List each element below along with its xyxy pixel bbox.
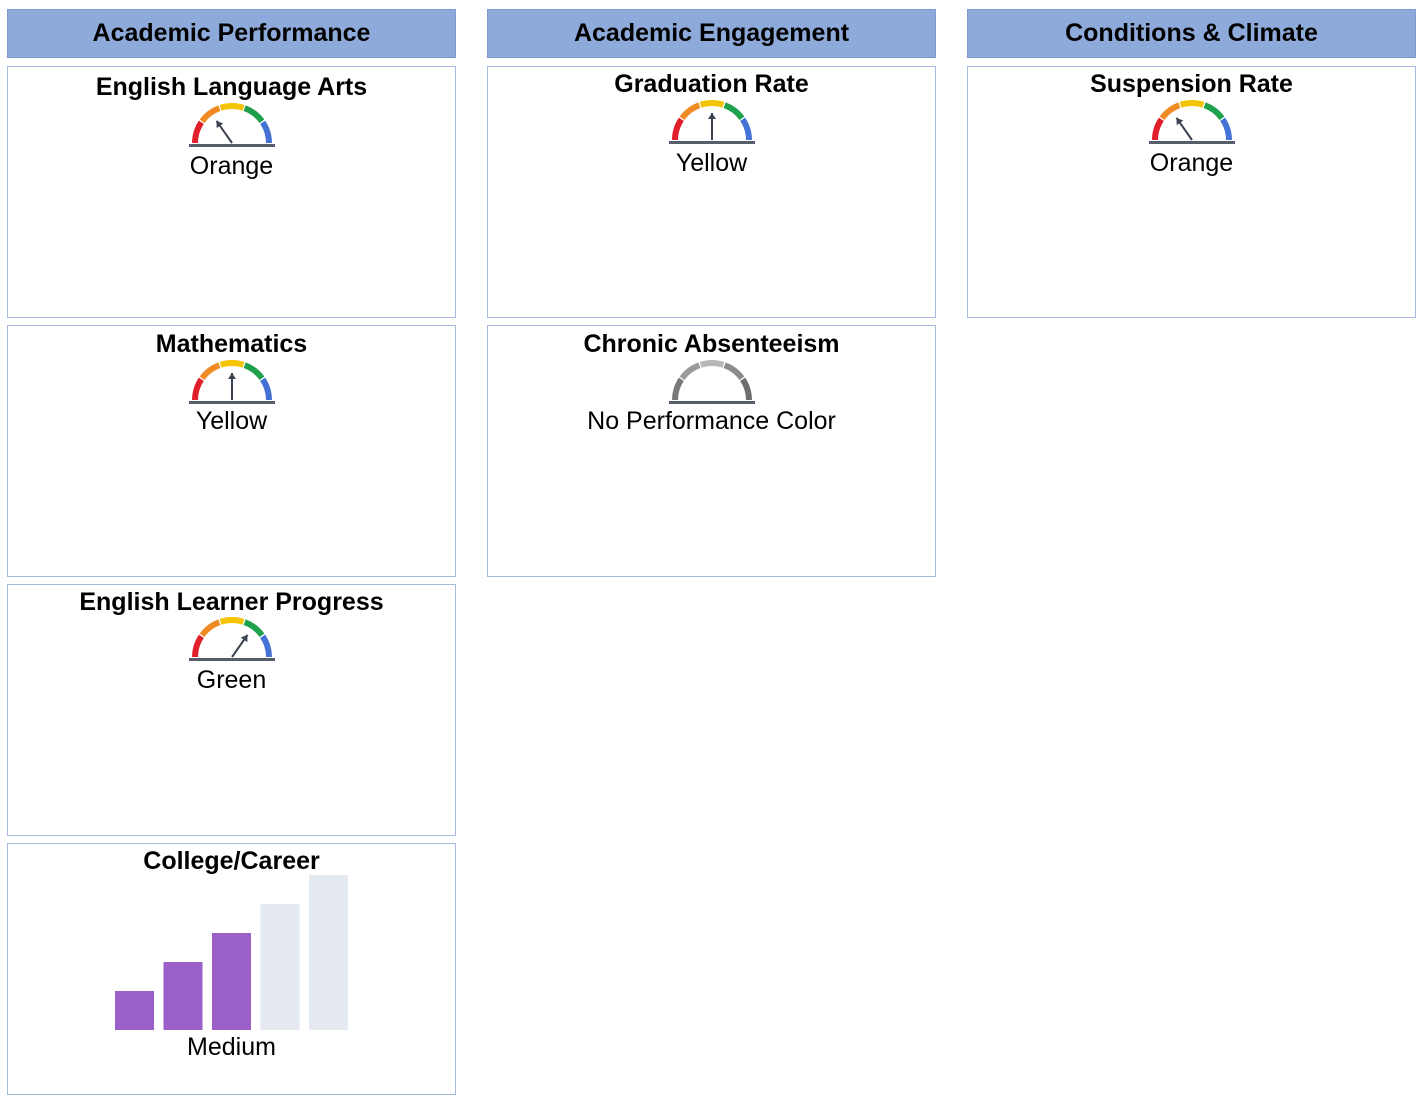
gauge-yellow-icon bbox=[188, 360, 275, 404]
gauge-needle-head bbox=[707, 113, 716, 119]
header-academic-engagement: Academic Engagement bbox=[487, 9, 936, 58]
gauge-base bbox=[188, 401, 275, 404]
card-status: Medium bbox=[187, 1033, 276, 1061]
gauge-segment bbox=[1179, 100, 1204, 108]
gauge-segment bbox=[259, 120, 272, 144]
gauge-segment bbox=[671, 117, 684, 141]
gauge-segment bbox=[199, 362, 221, 381]
gauge-segment bbox=[219, 360, 244, 368]
gauge-segment bbox=[242, 619, 264, 638]
card-title: English Learner Progress bbox=[79, 588, 384, 616]
gauge-orange-icon bbox=[1148, 100, 1235, 144]
card-english-language-arts[interactable]: English Language Arts Orange bbox=[7, 66, 456, 318]
gauge-base bbox=[1148, 141, 1235, 144]
gauge-segment bbox=[191, 634, 204, 658]
gauge-base bbox=[188, 144, 275, 147]
gauge-segment bbox=[1151, 117, 1164, 141]
gauge-needle-head bbox=[227, 373, 236, 379]
level-bar-filled bbox=[163, 962, 203, 1030]
gauge-segment bbox=[191, 377, 204, 401]
gauge-base bbox=[668, 141, 755, 144]
gauge-segment bbox=[699, 360, 724, 368]
level-bar-filled bbox=[212, 933, 251, 1030]
card-english-learner-progress[interactable]: English Learner Progress Green bbox=[7, 584, 456, 836]
card-chronic-absenteeism[interactable]: Chronic Absenteeism No Performance Color bbox=[487, 325, 936, 577]
card-status: Yellow bbox=[195, 407, 268, 435]
level-bar-empty bbox=[260, 904, 300, 1030]
gauge-segment bbox=[679, 362, 701, 381]
card-mathematics[interactable]: Mathematics Yellow bbox=[7, 325, 456, 577]
card-title: Graduation Rate bbox=[614, 70, 809, 98]
card-title: College/Career bbox=[143, 847, 320, 875]
card-college-career[interactable]: College/Career Medium bbox=[7, 843, 456, 1095]
gauge-segment bbox=[259, 634, 272, 658]
gauge-yellow-icon bbox=[668, 100, 755, 144]
gauge-segment bbox=[191, 120, 204, 144]
card-status: Yellow bbox=[675, 149, 748, 177]
gauge-orange-icon bbox=[188, 103, 275, 147]
card-title: Chronic Absenteeism bbox=[583, 330, 840, 358]
header-conditions-climate: Conditions & Climate bbox=[967, 9, 1416, 58]
gauge-segment bbox=[219, 617, 244, 625]
gauge-segment bbox=[199, 105, 221, 124]
gauge-green-icon bbox=[188, 617, 275, 661]
performance-level-bars-icon bbox=[115, 875, 348, 1030]
gauge-segment bbox=[259, 377, 272, 401]
gauge-segment bbox=[679, 102, 701, 121]
card-suspension-rate[interactable]: Suspension Rate Orange bbox=[967, 66, 1416, 318]
card-status: Green bbox=[196, 666, 267, 694]
card-status: Orange bbox=[1149, 149, 1234, 177]
gauge-base bbox=[188, 658, 275, 661]
card-title: English Language Arts bbox=[95, 73, 368, 101]
gauge-segment bbox=[219, 103, 244, 111]
card-title: Mathematics bbox=[155, 330, 308, 358]
gauge-gray-icon bbox=[668, 360, 755, 404]
gauge-segment bbox=[199, 619, 221, 638]
level-bar-filled bbox=[115, 991, 154, 1030]
card-title: Suspension Rate bbox=[1090, 70, 1293, 98]
gauge-segment bbox=[722, 362, 744, 381]
gauge-segment bbox=[1219, 117, 1232, 141]
gauge-segment bbox=[739, 117, 752, 141]
header-academic-performance: Academic Performance bbox=[7, 9, 456, 58]
card-status: Orange bbox=[189, 152, 274, 180]
gauge-base bbox=[668, 401, 755, 404]
gauge-segment bbox=[1159, 102, 1181, 121]
level-bar-empty bbox=[309, 875, 348, 1030]
card-graduation-rate[interactable]: Graduation Rate Yellow bbox=[487, 66, 936, 318]
card-status: No Performance Color bbox=[587, 407, 836, 435]
gauge-segment bbox=[242, 105, 264, 124]
gauge-segment bbox=[722, 102, 744, 121]
gauge-segment bbox=[1202, 102, 1224, 121]
gauge-segment bbox=[699, 100, 724, 108]
gauge-segment bbox=[739, 377, 752, 401]
gauge-segment bbox=[242, 362, 264, 381]
gauge-segment bbox=[671, 377, 684, 401]
